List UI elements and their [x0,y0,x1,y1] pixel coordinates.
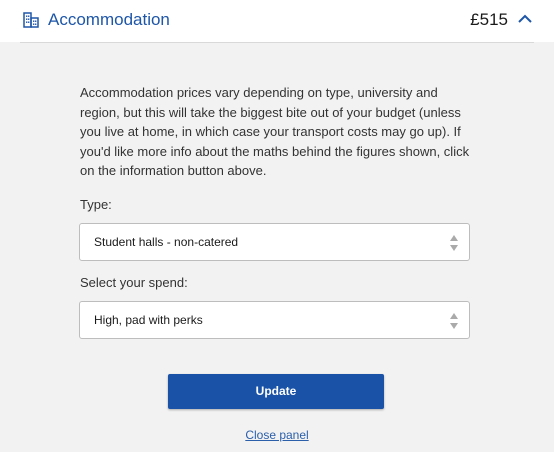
spend-select-value: High, pad with perks [94,313,203,327]
panel-header-row: Accommodation £515 [20,0,534,43]
building-icon [23,12,39,28]
update-button[interactable]: Update [168,374,384,409]
spend-select[interactable]: High, pad with perks [79,301,470,339]
type-select-value: Student halls - non-catered [94,235,239,249]
panel-description: Accommodation prices vary depending on t… [80,85,470,178]
chevron-up-icon[interactable] [518,13,532,25]
spend-label: Select your spend: [80,275,188,290]
panel-amount: £515 [470,10,508,29]
select-arrows-icon [450,235,458,251]
select-arrows-icon [450,313,458,329]
panel-title: Accommodation [48,10,170,29]
close-panel-link[interactable]: Close panel [0,428,554,442]
panel-header[interactable]: Accommodation £515 [0,0,554,43]
type-label: Type: [80,197,112,212]
type-select[interactable]: Student halls - non-catered [79,223,470,261]
